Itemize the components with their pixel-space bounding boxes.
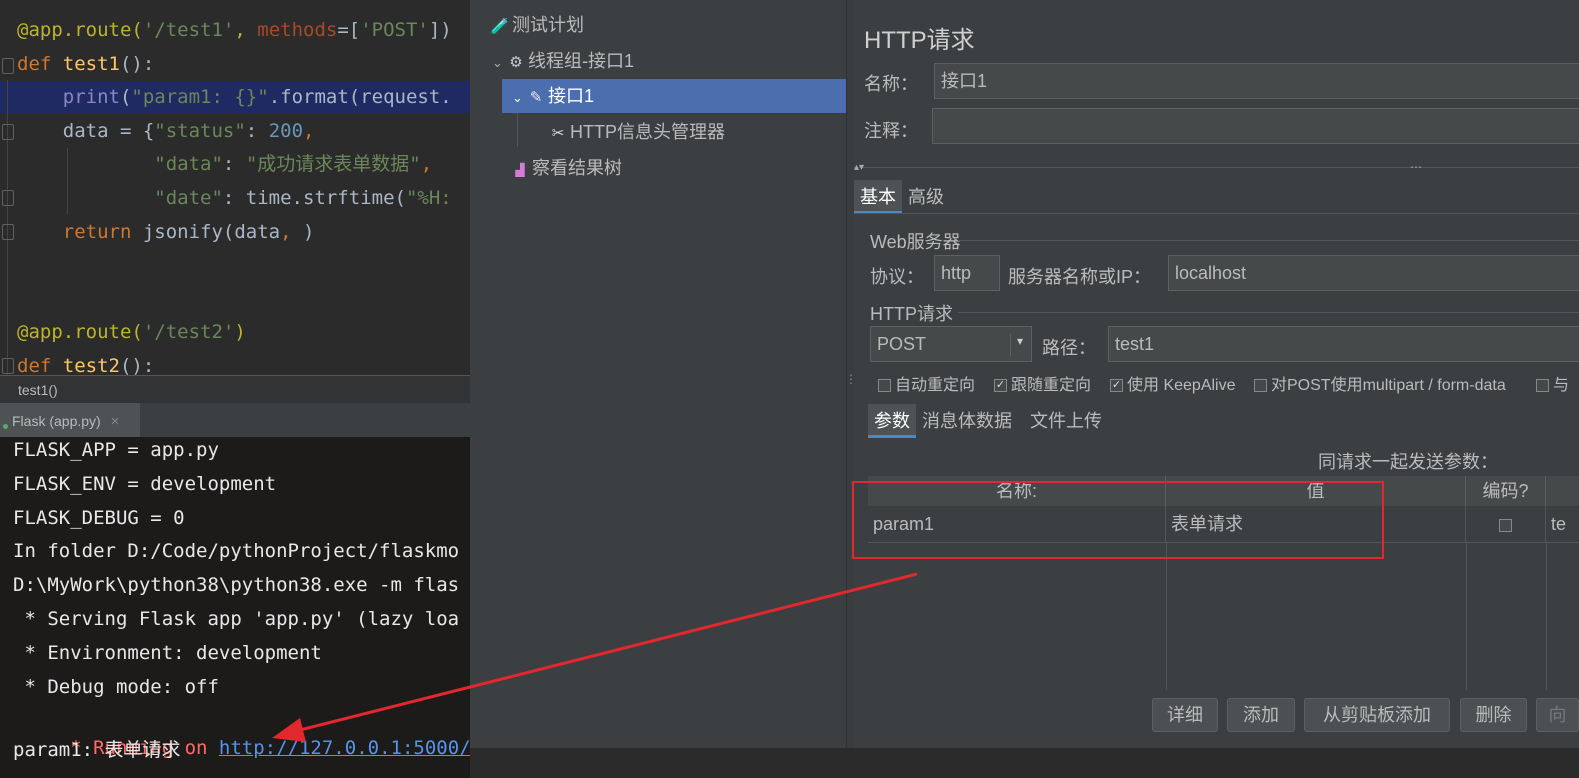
annotation-arrow-icon xyxy=(272,572,918,742)
